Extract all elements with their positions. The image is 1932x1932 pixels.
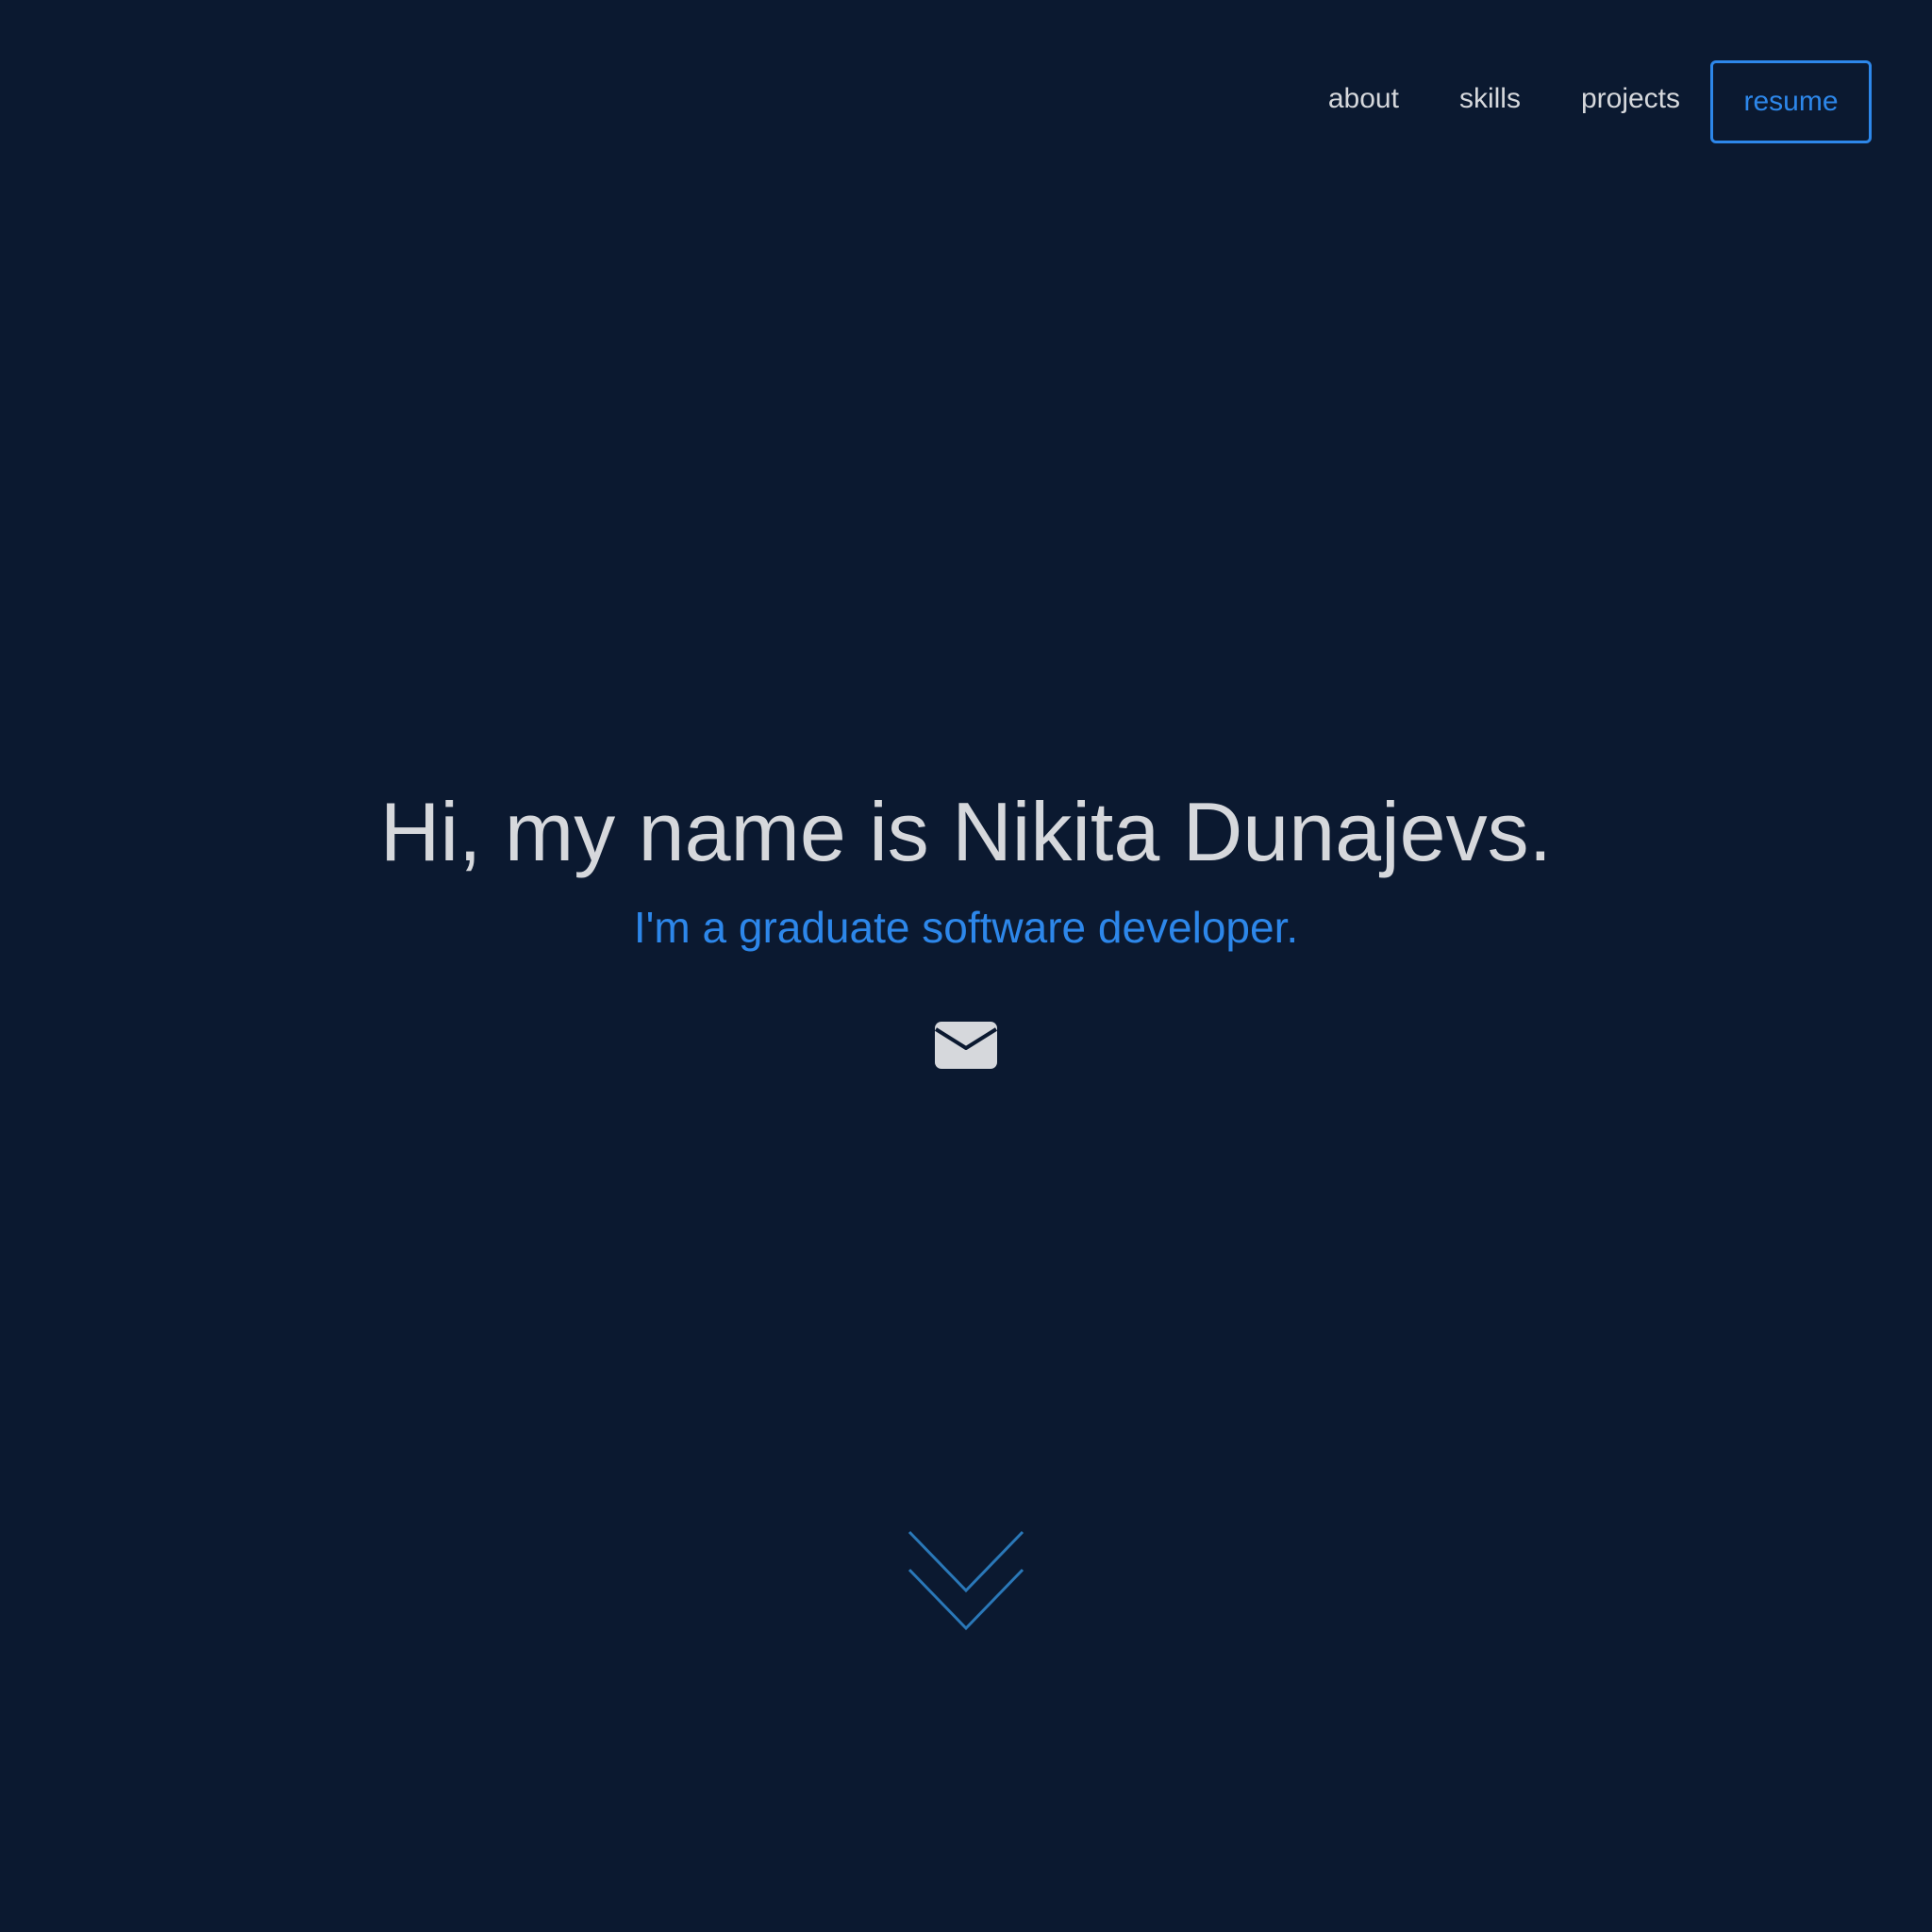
mail-icon[interactable] (934, 1022, 998, 1069)
nav-link-projects[interactable]: projects (1581, 84, 1680, 113)
top-nav: about skills projects resume (1328, 59, 1872, 143)
nav-link-skills[interactable]: skills (1459, 84, 1521, 113)
hero-title: Hi, my name is Nikita Dunajevs. (379, 785, 1553, 878)
resume-button[interactable]: resume (1710, 59, 1872, 143)
hero-subtitle: I'm a graduate software developer. (633, 903, 1299, 952)
page: about skills projects resume Hi, my name… (0, 0, 1932, 1932)
double-chevron-down-icon[interactable] (908, 1530, 1024, 1632)
nav-link-about[interactable]: about (1328, 84, 1399, 113)
